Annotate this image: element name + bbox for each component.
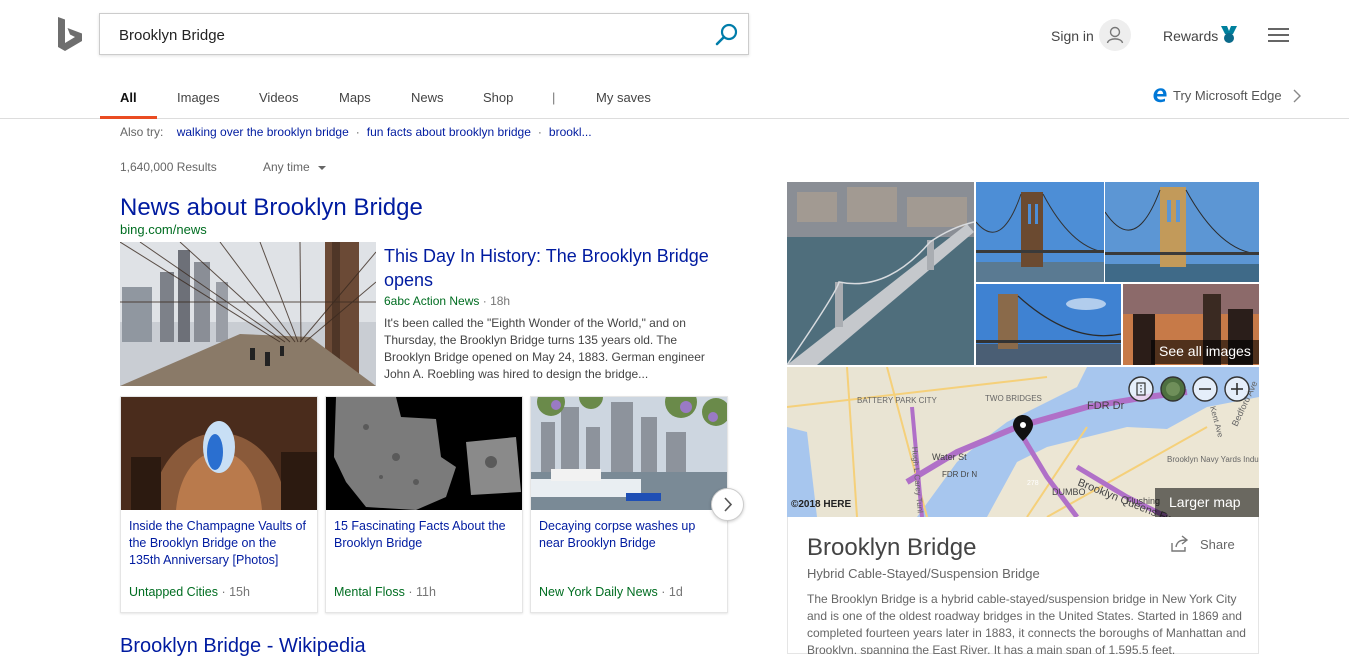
news-card-title[interactable]: 15 Fascinating Facts About the Brooklyn … xyxy=(334,518,516,552)
news-age: · 11h xyxy=(408,585,436,599)
also-try-link[interactable]: fun facts about brooklyn bridge xyxy=(367,125,531,139)
zoom-out-icon[interactable] xyxy=(1191,375,1219,403)
chevron-right-icon xyxy=(724,497,733,512)
news-source-name: Untapped Cities xyxy=(129,585,218,599)
also-try-link[interactable]: brookl... xyxy=(549,125,592,139)
news-main-image[interactable] xyxy=(120,242,376,386)
news-card-title[interactable]: Inside the Champagne Vaults of the Brook… xyxy=(129,518,311,569)
news-card-source: New York Daily News · 1d xyxy=(539,585,683,599)
entity-image[interactable] xyxy=(1105,182,1259,282)
map-label: BATTERY PARK CITY xyxy=(857,396,938,405)
entity-subtitle: Hybrid Cable-Stayed/Suspension Bridge xyxy=(807,566,1040,581)
header: Sign in Rewards All Images Videos Maps N… xyxy=(0,0,1349,119)
wikipedia-result-title[interactable]: Brooklyn Bridge - Wikipedia xyxy=(120,635,366,658)
map-label: TWO BRIDGES xyxy=(985,394,1042,403)
hamburger-menu-icon[interactable] xyxy=(1267,26,1291,44)
entity-image[interactable] xyxy=(976,284,1121,365)
larger-map-button[interactable]: Larger map xyxy=(1155,488,1259,517)
entity-description: The Brooklyn Bridge is a hybrid cable-st… xyxy=(807,592,1246,654)
zoom-in-icon[interactable] xyxy=(1223,375,1251,403)
share-button[interactable]: Share xyxy=(1170,535,1235,552)
news-card-image xyxy=(121,397,317,510)
map-label: 278 xyxy=(1027,480,1039,487)
news-age: · 18h xyxy=(482,294,511,308)
news-main-source: 6abc Action News · 18h xyxy=(384,294,510,308)
sign-in-link[interactable]: Sign in xyxy=(1051,28,1094,44)
time-filter-label: Any time xyxy=(263,160,310,174)
news-source-name: 6abc Action News xyxy=(384,294,480,308)
results-count: 1,640,000 Results xyxy=(120,160,217,174)
news-card-image xyxy=(531,397,727,510)
news-card-title[interactable]: Decaying corpse washes up near Brooklyn … xyxy=(539,518,721,552)
edge-promo-label: Try Microsoft Edge xyxy=(1173,88,1282,103)
news-main-snippet: It's been called the "Eighth Wonder of t… xyxy=(384,316,705,381)
news-url: bing.com/news xyxy=(120,222,207,237)
news-age: · 1d xyxy=(661,585,683,599)
tab-maps[interactable]: Maps xyxy=(339,90,371,105)
carousel-next-button[interactable] xyxy=(711,488,744,521)
news-card[interactable]: 15 Fascinating Facts About the Brooklyn … xyxy=(325,396,523,613)
also-try-label: Also try: xyxy=(120,125,164,139)
rewards-link[interactable]: Rewards xyxy=(1163,28,1218,44)
tab-all[interactable]: All xyxy=(120,90,137,105)
map-label: Brooklyn Navy Yards Industrial Park xyxy=(1167,455,1259,464)
caret-down-icon xyxy=(318,166,327,170)
news-source-name: Mental Floss xyxy=(334,585,405,599)
map-credit: ©2018 HERE xyxy=(791,499,852,510)
news-card-source: Mental Floss · 11h xyxy=(334,585,436,599)
map-label: Water St xyxy=(932,452,967,462)
also-try-link[interactable]: walking over the brooklyn bridge xyxy=(177,125,349,139)
bing-logo[interactable] xyxy=(56,16,86,52)
search-icon[interactable] xyxy=(714,22,740,48)
news-section-title[interactable]: News about Brooklyn Bridge xyxy=(120,194,423,222)
news-card-source: Untapped Cities · 15h xyxy=(129,585,250,599)
news-age: · 15h xyxy=(221,585,250,599)
see-all-images-button[interactable]: See all images xyxy=(1151,340,1259,364)
chevron-right-icon xyxy=(1293,89,1301,103)
rewards-medal-icon[interactable] xyxy=(1220,26,1238,44)
aerial-view-icon[interactable] xyxy=(1159,375,1187,403)
user-icon xyxy=(1106,26,1124,44)
active-tab-indicator xyxy=(100,116,157,119)
tab-news[interactable]: News xyxy=(411,90,444,105)
also-try: Also try: walking over the brooklyn brid… xyxy=(120,125,592,139)
news-main-headline[interactable]: This Day In History: The Brooklyn Bridge… xyxy=(384,244,724,292)
time-filter-dropdown[interactable]: Any time xyxy=(263,160,327,174)
news-card[interactable]: Inside the Champagne Vaults of the Brook… xyxy=(120,396,318,613)
tab-shop[interactable]: Shop xyxy=(483,90,513,105)
tab-images[interactable]: Images xyxy=(177,90,220,105)
news-source-name: New York Daily News xyxy=(539,585,658,599)
edge-icon xyxy=(1153,88,1167,103)
search-input[interactable] xyxy=(119,24,699,46)
entity-image[interactable] xyxy=(976,182,1104,282)
edge-promo[interactable]: Try Microsoft Edge xyxy=(1153,88,1301,103)
search-box xyxy=(99,13,749,55)
news-card[interactable]: Decaying corpse washes up near Brooklyn … xyxy=(530,396,728,613)
map-label: FDR Dr xyxy=(1087,400,1125,412)
avatar[interactable] xyxy=(1099,19,1131,51)
entity-title: Brooklyn Bridge xyxy=(807,534,977,561)
scope-separator: | xyxy=(552,90,556,105)
share-icon xyxy=(1171,535,1189,552)
streetside-icon[interactable] xyxy=(1127,375,1155,403)
tab-my-saves[interactable]: My saves xyxy=(596,90,651,105)
tab-videos[interactable]: Videos xyxy=(259,90,299,105)
entity-image[interactable] xyxy=(787,182,974,365)
share-label: Share xyxy=(1200,537,1235,552)
news-card-image xyxy=(326,397,522,510)
map-label: FDR Dr N xyxy=(942,470,977,479)
